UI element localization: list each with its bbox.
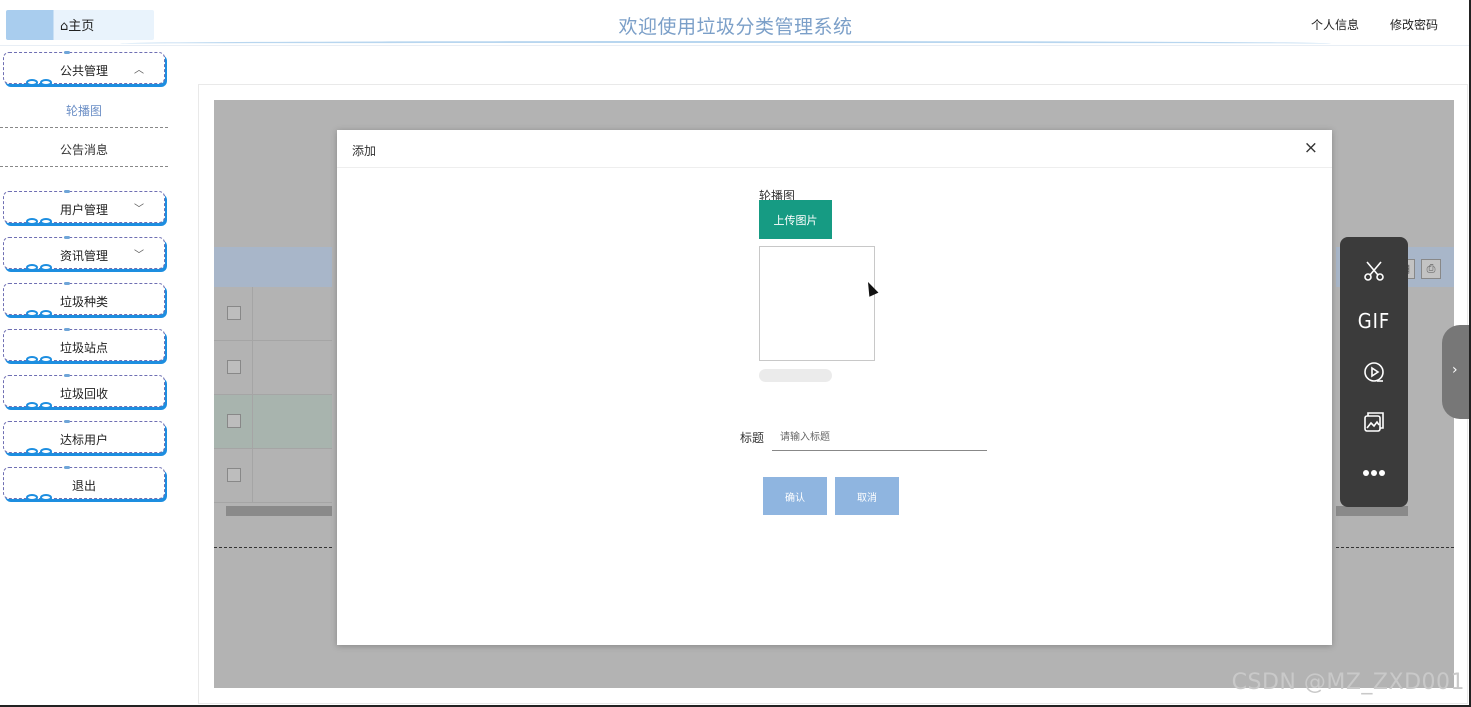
row-checkbox[interactable] [227,468,241,482]
record-icon[interactable] [1340,350,1408,394]
sidebar-menu-label: 退出 [71,479,96,493]
dialog-title: 添加 [352,144,377,158]
title-field-label: 标题 [740,431,765,445]
chevron-down-icon: ﹀ [134,250,144,261]
sidebar-menu-users[interactable]: 用户管理 ﹀ [3,190,165,226]
chevron-up-icon: ︿ [134,65,144,76]
title-input[interactable] [772,424,987,451]
page-title: 欢迎使用垃圾分类管理系统 [618,16,853,38]
close-icon[interactable]: × [1304,138,1318,158]
image-preview[interactable] [759,246,875,361]
sidebar-item-announcement[interactable]: 公告消息 [0,128,168,167]
sidebar-menu-news[interactable]: 资讯管理 ﹀ [3,236,165,272]
chevron-right-icon: › [1452,362,1458,378]
row-checkbox[interactable] [227,414,241,428]
sidebar-menu-public[interactable]: 公共管理 ︿ [3,51,165,87]
sidebar-menu-garbage-types[interactable]: 垃圾种类 [3,282,165,318]
column-divider [252,341,253,395]
menu-decoration [26,494,56,502]
print-icon[interactable]: ⎙ [1421,259,1441,279]
gif-icon[interactable]: GIF [1340,299,1408,343]
profile-link[interactable]: 个人信息 [1311,16,1359,33]
sidebar-menu-label: 垃圾回收 [59,387,108,401]
menu-decoration [26,264,56,272]
header-decoration [120,41,1331,46]
sidebar-menu-label: 垃圾站点 [59,341,108,355]
upload-image-button[interactable]: 上传图片 [759,200,832,239]
row-checkbox[interactable] [227,360,241,374]
table-row [214,287,332,341]
table-row [214,341,332,395]
row-checkbox[interactable] [227,306,241,320]
horizontal-scrollbar[interactable] [1336,506,1408,516]
divider [1336,547,1454,548]
change-password-link[interactable]: 修改密码 [1390,16,1438,33]
menu-decoration [26,310,56,318]
divider [214,547,332,548]
side-expand-tab[interactable]: › [1442,325,1471,419]
add-dialog: 添加 × 轮播图 上传图片 标题 确认 取消 [337,130,1332,645]
column-divider [252,449,253,503]
upload-progress-bar [759,369,832,382]
sidebar-item-carousel[interactable]: 轮播图 [0,89,168,128]
sidebar-menu-qualified-users[interactable]: 达标用户 [3,420,165,456]
menu-decoration [26,218,56,226]
sidebar-menu-garbage-stations[interactable]: 垃圾站点 [3,328,165,364]
menu-decoration [26,402,56,410]
menu-decoration [64,282,70,285]
menu-decoration [64,466,70,469]
column-divider [252,287,253,341]
scissors-icon[interactable] [1340,249,1408,293]
menu-decoration [26,356,56,364]
more-icon[interactable] [1340,451,1408,495]
table-header [214,247,332,287]
menu-decoration [64,190,70,193]
dialog-header: 添加 × [337,130,1332,168]
menu-decoration [64,328,70,331]
table-row [214,395,332,449]
menu-decoration [64,236,70,239]
watermark: CSDN @MZ_ZXD001 [1231,670,1465,695]
screenshot-toolbar: GIF [1340,237,1408,507]
table-row [214,449,332,503]
sidebar: 公共管理 ︿ 轮播图 公告消息 用户管理 ﹀ 资讯管理 ﹀ 垃圾种类 垃圾站点 … [0,46,170,707]
sidebar-menu-logout[interactable]: 退出 [3,466,165,502]
menu-decoration [64,51,70,54]
menu-decoration [64,374,70,377]
confirm-button[interactable]: 确认 [763,477,827,515]
gif-label: GIF [1357,309,1391,333]
chevron-down-icon: ﹀ [134,204,144,215]
top-header: ⌂主页 欢迎使用垃圾分类管理系统 个人信息 修改密码 [0,0,1471,46]
cancel-button[interactable]: 取消 [835,477,899,515]
column-divider [252,395,253,449]
sidebar-menu-label: 达标用户 [59,433,108,447]
menu-decoration [26,448,56,456]
menu-decoration [26,79,56,87]
menu-decoration [64,420,70,423]
sidebar-menu-label: 垃圾种类 [59,295,108,309]
sidebar-menu-garbage-recycling[interactable]: 垃圾回收 [3,374,165,410]
horizontal-scrollbar[interactable] [226,506,332,516]
image-icon[interactable] [1340,400,1408,444]
